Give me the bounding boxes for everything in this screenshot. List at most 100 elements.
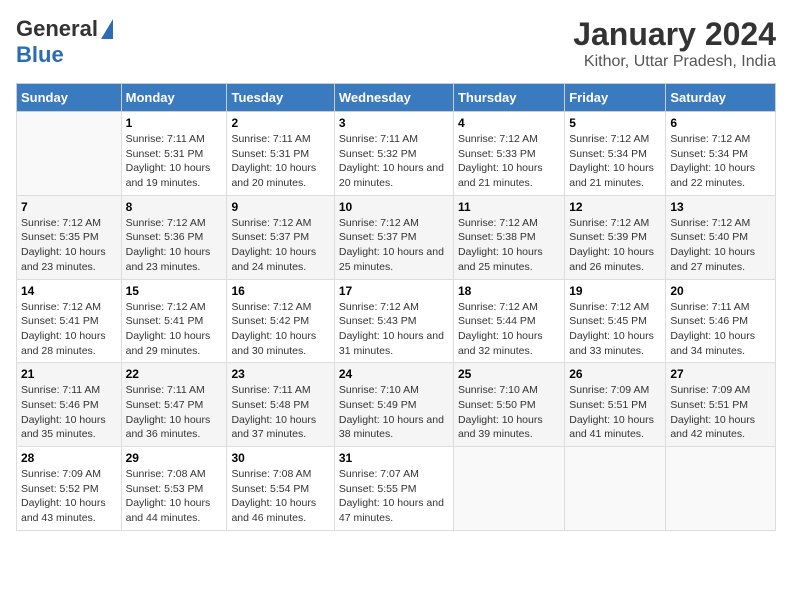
week-row-1: 1Sunrise: 7:11 AM Sunset: 5:31 PM Daylig… [17, 112, 776, 196]
column-header-thursday: Thursday [453, 84, 564, 112]
column-header-wednesday: Wednesday [334, 84, 453, 112]
page-header: General Blue January 2024 Kithor, Uttar … [16, 16, 776, 71]
title-block: January 2024 Kithor, Uttar Pradesh, Indi… [573, 16, 776, 71]
day-cell: 5 Sunrise: 7:12 AM Sunset: 5:34 PM Daylig… [565, 112, 666, 196]
day-number: 12 [569, 200, 661, 214]
day-info: Sunrise: 7:12 AM Sunset: 5:33 PM Dayligh… [458, 132, 560, 191]
day-number: 21 [21, 367, 117, 381]
day-number: 22 [126, 367, 223, 381]
day-number: 23 [231, 367, 329, 381]
logo-general-text: General [16, 16, 98, 42]
day-number: 15 [126, 284, 223, 298]
day-info: Sunrise: 7:09 AM Sunset: 5:51 PM Dayligh… [670, 383, 771, 442]
page-title: January 2024 [573, 16, 776, 53]
day-info: Sunrise: 7:12 AM Sunset: 5:34 PM Dayligh… [569, 132, 661, 191]
logo: General Blue [16, 16, 113, 68]
day-cell: 4Sunrise: 7:12 AM Sunset: 5:33 PM Daylig… [453, 112, 564, 196]
day-info: Sunrise: 7:12 AM Sunset: 5:44 PM Dayligh… [458, 300, 560, 359]
day-number: 31 [339, 451, 449, 465]
day-cell: 3 Sunrise: 7:11 AM Sunset: 5:32 PM Daylig… [334, 112, 453, 196]
day-cell: 8 Sunrise: 7:12 AM Sunset: 5:36 PM Daylig… [121, 195, 227, 279]
day-info: Sunrise: 7:12 AM Sunset: 5:39 PM Dayligh… [569, 216, 661, 275]
day-info: Sunrise: 7:12 AM Sunset: 5:37 PM Dayligh… [339, 216, 449, 275]
logo-blue-text: Blue [16, 42, 64, 68]
day-cell: 14Sunrise: 7:12 AM Sunset: 5:41 PM Dayli… [17, 279, 122, 363]
day-cell: 17 Sunrise: 7:12 AM Sunset: 5:43 PM Dayli… [334, 279, 453, 363]
day-info: Sunrise: 7:11 AM Sunset: 5:31 PM Dayligh… [231, 132, 329, 191]
day-number: 28 [21, 451, 117, 465]
calendar-table: SundayMondayTuesdayWednesdayThursdayFrid… [16, 83, 776, 531]
day-number: 30 [231, 451, 329, 465]
day-info: Sunrise: 7:12 AM Sunset: 5:43 PM Dayligh… [339, 300, 449, 359]
day-info: Sunrise: 7:11 AM Sunset: 5:46 PM Dayligh… [21, 383, 117, 442]
day-cell [565, 447, 666, 531]
day-cell: 7 Sunrise: 7:12 AM Sunset: 5:35 PM Daylig… [17, 195, 122, 279]
day-info: Sunrise: 7:11 AM Sunset: 5:48 PM Dayligh… [231, 383, 329, 442]
day-cell: 16Sunrise: 7:12 AM Sunset: 5:42 PM Dayli… [227, 279, 334, 363]
column-header-monday: Monday [121, 84, 227, 112]
calendar-header-row: SundayMondayTuesdayWednesdayThursdayFrid… [17, 84, 776, 112]
day-info: Sunrise: 7:12 AM Sunset: 5:34 PM Dayligh… [670, 132, 771, 191]
day-info: Sunrise: 7:10 AM Sunset: 5:50 PM Dayligh… [458, 383, 560, 442]
day-info: Sunrise: 7:12 AM Sunset: 5:38 PM Dayligh… [458, 216, 560, 275]
day-number: 25 [458, 367, 560, 381]
day-cell [666, 447, 776, 531]
day-info: Sunrise: 7:12 AM Sunset: 5:41 PM Dayligh… [126, 300, 223, 359]
day-cell: 13 Sunrise: 7:12 AM Sunset: 5:40 PM Dayli… [666, 195, 776, 279]
day-cell: 19 Sunrise: 7:12 AM Sunset: 5:45 PM Dayli… [565, 279, 666, 363]
day-info: Sunrise: 7:11 AM Sunset: 5:46 PM Dayligh… [670, 300, 771, 359]
day-cell: 11Sunrise: 7:12 AM Sunset: 5:38 PM Dayli… [453, 195, 564, 279]
day-info: Sunrise: 7:11 AM Sunset: 5:32 PM Dayligh… [339, 132, 449, 191]
day-number: 6 [670, 116, 771, 130]
day-number: 24 [339, 367, 449, 381]
column-header-friday: Friday [565, 84, 666, 112]
column-header-sunday: Sunday [17, 84, 122, 112]
column-header-saturday: Saturday [666, 84, 776, 112]
day-number: 5 [569, 116, 661, 130]
day-info: Sunrise: 7:12 AM Sunset: 5:36 PM Dayligh… [126, 216, 223, 275]
day-number: 17 [339, 284, 449, 298]
day-number: 13 [670, 200, 771, 214]
day-cell: 18 Sunrise: 7:12 AM Sunset: 5:44 PM Dayli… [453, 279, 564, 363]
day-cell: 21 Sunrise: 7:11 AM Sunset: 5:46 PM Dayli… [17, 363, 122, 447]
day-cell: 12 Sunrise: 7:12 AM Sunset: 5:39 PM Dayli… [565, 195, 666, 279]
day-number: 27 [670, 367, 771, 381]
day-info: Sunrise: 7:12 AM Sunset: 5:45 PM Dayligh… [569, 300, 661, 359]
day-number: 3 [339, 116, 449, 130]
week-row-5: 28 Sunrise: 7:09 AM Sunset: 5:52 PM Dayli… [17, 447, 776, 531]
day-cell: 25 Sunrise: 7:10 AM Sunset: 5:50 PM Dayli… [453, 363, 564, 447]
day-cell: 30 Sunrise: 7:08 AM Sunset: 5:54 PM Dayli… [227, 447, 334, 531]
day-info: Sunrise: 7:12 AM Sunset: 5:35 PM Dayligh… [21, 216, 117, 275]
day-number: 18 [458, 284, 560, 298]
day-info: Sunrise: 7:08 AM Sunset: 5:53 PM Dayligh… [126, 467, 223, 526]
day-info: Sunrise: 7:11 AM Sunset: 5:31 PM Dayligh… [126, 132, 223, 191]
day-info: Sunrise: 7:09 AM Sunset: 5:52 PM Dayligh… [21, 467, 117, 526]
day-cell: 20 Sunrise: 7:11 AM Sunset: 5:46 PM Dayli… [666, 279, 776, 363]
day-cell [453, 447, 564, 531]
day-info: Sunrise: 7:07 AM Sunset: 5:55 PM Dayligh… [339, 467, 449, 526]
day-number: 7 [21, 200, 117, 214]
day-cell [17, 112, 122, 196]
day-cell: 27 Sunrise: 7:09 AM Sunset: 5:51 PM Dayli… [666, 363, 776, 447]
day-number: 20 [670, 284, 771, 298]
day-number: 29 [126, 451, 223, 465]
day-info: Sunrise: 7:10 AM Sunset: 5:49 PM Dayligh… [339, 383, 449, 442]
day-cell: 28 Sunrise: 7:09 AM Sunset: 5:52 PM Dayli… [17, 447, 122, 531]
day-cell: 29 Sunrise: 7:08 AM Sunset: 5:53 PM Dayli… [121, 447, 227, 531]
week-row-3: 14Sunrise: 7:12 AM Sunset: 5:41 PM Dayli… [17, 279, 776, 363]
day-number: 10 [339, 200, 449, 214]
day-number: 19 [569, 284, 661, 298]
day-number: 26 [569, 367, 661, 381]
page-subtitle: Kithor, Uttar Pradesh, India [573, 53, 776, 71]
day-cell: 1Sunrise: 7:11 AM Sunset: 5:31 PM Daylig… [121, 112, 227, 196]
column-header-tuesday: Tuesday [227, 84, 334, 112]
day-cell: 24 Sunrise: 7:10 AM Sunset: 5:49 PM Dayli… [334, 363, 453, 447]
day-cell: 10 Sunrise: 7:12 AM Sunset: 5:37 PM Dayli… [334, 195, 453, 279]
day-number: 8 [126, 200, 223, 214]
day-number: 2 [231, 116, 329, 130]
week-row-2: 7 Sunrise: 7:12 AM Sunset: 5:35 PM Daylig… [17, 195, 776, 279]
day-info: Sunrise: 7:12 AM Sunset: 5:40 PM Dayligh… [670, 216, 771, 275]
day-cell: 9Sunrise: 7:12 AM Sunset: 5:37 PM Daylig… [227, 195, 334, 279]
day-info: Sunrise: 7:08 AM Sunset: 5:54 PM Dayligh… [231, 467, 329, 526]
week-row-4: 21 Sunrise: 7:11 AM Sunset: 5:46 PM Dayli… [17, 363, 776, 447]
